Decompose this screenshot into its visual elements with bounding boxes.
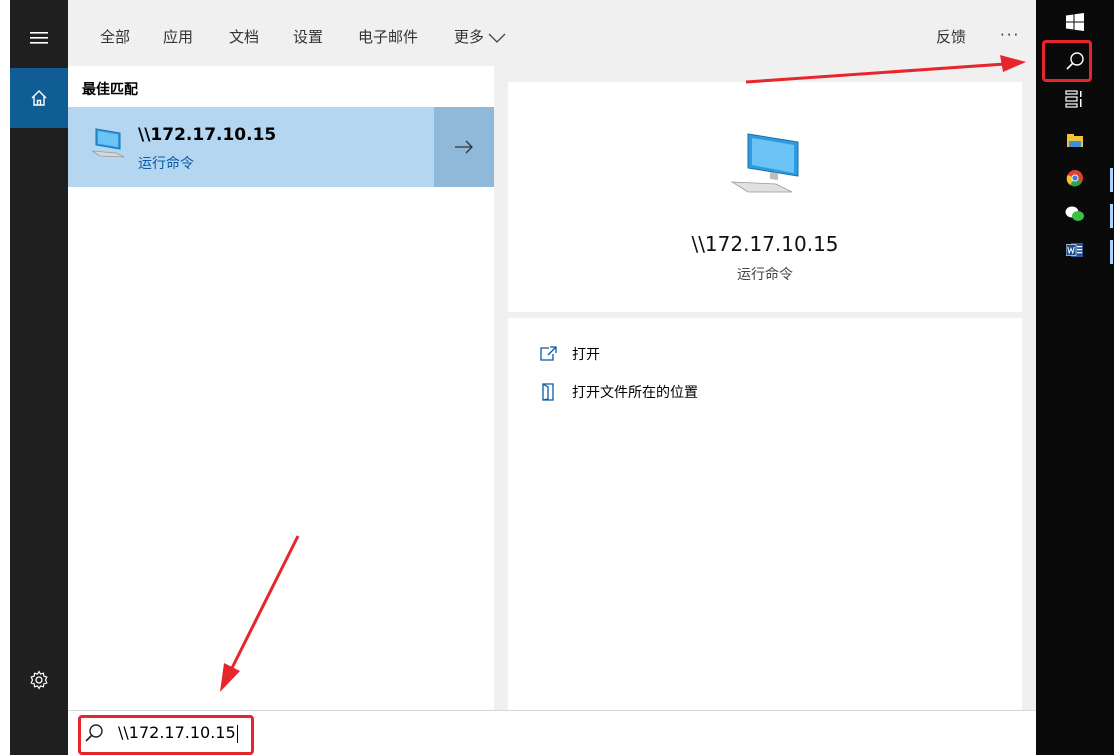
tab-apps[interactable]: 应用 [163,26,193,47]
search-panel: 全部 应用 文档 设置 电子邮件 更多 反馈 ··· 最佳匹配 \\172.17… [68,0,1036,755]
feedback-button[interactable]: 反馈 [936,26,966,47]
file-explorer-button[interactable] [1036,126,1114,154]
tab-settings[interactable]: 设置 [293,26,323,47]
expand-details-button[interactable] [434,107,494,187]
home-icon [31,90,47,106]
left-rail [0,0,68,755]
windows-logo-icon [1066,13,1084,31]
annotation-highlight-taskbar-search [1042,40,1092,82]
preview-pane: \\172.17.10.15 运行命令 打开 打开文件所在的位置 [508,82,1022,710]
preview-title: \\172.17.10.15 [691,232,839,256]
task-view-button[interactable] [1036,84,1114,114]
running-indicator-chrome [1110,168,1113,192]
home-button[interactable] [10,68,68,128]
wechat-icon [1065,206,1084,221]
result-subtitle: 运行命令 [138,156,194,172]
results-list: 最佳匹配 \\172.17.10.15 运行命令 [68,66,494,710]
tab-email[interactable]: 电子邮件 [358,26,418,47]
more-options-button[interactable]: ··· [1000,26,1020,44]
word-button[interactable] [1036,236,1114,264]
file-explorer-icon [1067,134,1083,147]
running-indicator-word [1110,240,1113,264]
chrome-button[interactable] [1036,164,1114,192]
task-view-icon [1065,90,1082,108]
file-location-icon [538,382,558,402]
arrow-right-icon [455,140,473,154]
settings-button[interactable] [10,656,68,704]
best-match-result[interactable]: \\172.17.10.15 运行命令 [68,107,434,187]
word-icon [1066,243,1083,257]
tab-documents[interactable]: 文档 [229,26,259,47]
open-icon [538,344,558,364]
hamburger-menu-icon [30,32,48,44]
hamburger-menu-button[interactable] [10,14,68,62]
chevron-down-icon [488,33,506,43]
preview-actions: 打开 打开文件所在的位置 [508,318,1022,710]
action-open[interactable]: 打开 [538,344,600,364]
result-title: \\172.17.10.15 [138,125,277,145]
computer-icon [91,128,125,158]
chrome-icon [1066,170,1083,187]
tab-more-label: 更多 [454,28,485,46]
running-indicator-wechat [1110,204,1113,228]
action-open-file-location[interactable]: 打开文件所在的位置 [538,382,698,402]
action-open-label: 打开 [572,347,600,363]
computer-large-icon [730,133,799,193]
preview-subtitle: 运行命令 [737,267,793,283]
best-match-heading: 最佳匹配 [82,82,138,98]
taskbar [1036,0,1114,755]
filter-tab-bar: 全部 应用 文档 设置 电子邮件 更多 反馈 ··· [68,0,1036,66]
tab-more[interactable]: 更多 [454,26,506,47]
tab-all[interactable]: 全部 [100,26,130,47]
preview-header: \\172.17.10.15 运行命令 [508,82,1022,312]
action-open-file-location-label: 打开文件所在的位置 [572,385,698,401]
wechat-button[interactable] [1036,200,1114,228]
annotation-highlight-search [78,715,254,755]
start-button[interactable] [1036,8,1114,36]
gear-icon [30,670,48,690]
search-bar[interactable]: \\172.17.10.15 [68,710,1036,755]
